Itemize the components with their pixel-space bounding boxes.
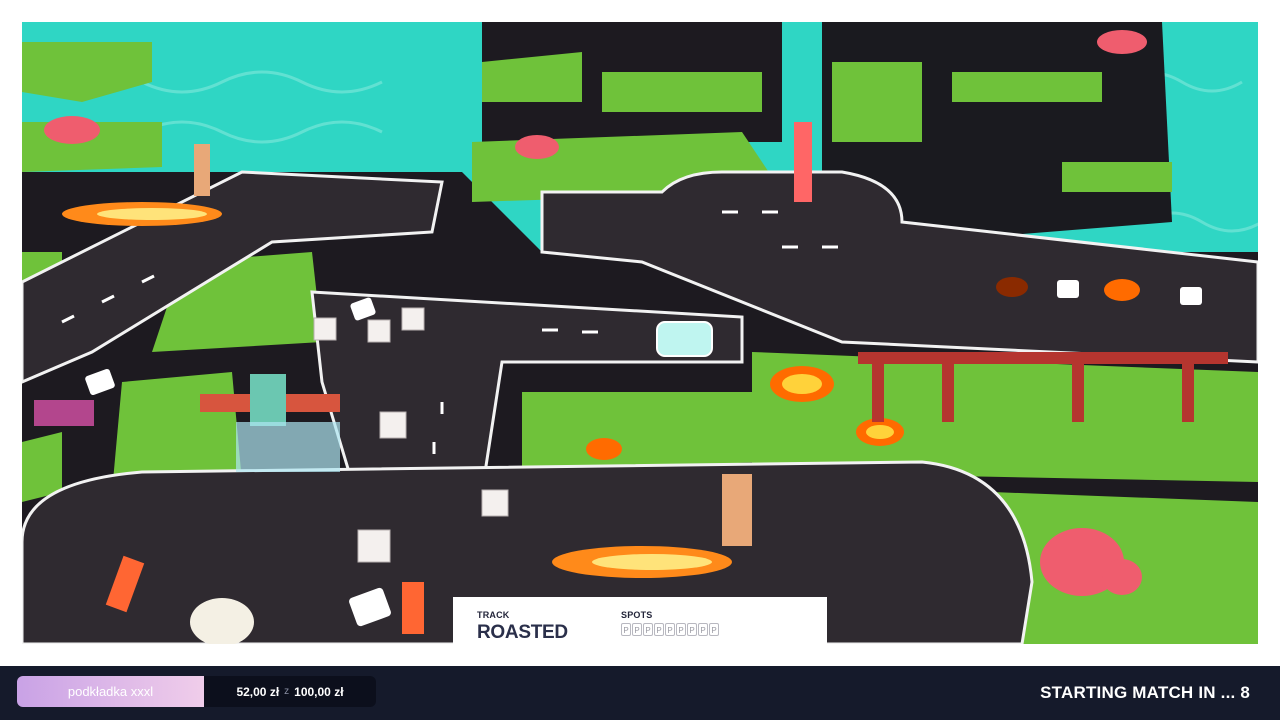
donation-progress: 52,00 zł z 100,00 zł <box>204 676 376 707</box>
spot-slot: P <box>632 623 642 636</box>
player-name-badge: podkładka xxxl <box>17 676 204 707</box>
neon-sign <box>402 582 424 634</box>
spot-slot: P <box>665 623 675 636</box>
tire-stack <box>190 598 254 644</box>
spot-slot: P <box>654 623 664 636</box>
current-amount: 52,00 zł <box>236 684 280 699</box>
track-label: TRACK <box>477 610 510 620</box>
spot-slot: P <box>676 623 686 636</box>
game-viewport <box>22 22 1258 644</box>
track-info-panel: TRACK ROASTED SPOTS P P P P P P P P P <box>453 597 827 645</box>
spots-column: SPOTS P P P P P P P P P <box>621 610 719 636</box>
goal-amount: 100,00 zł <box>294 684 344 699</box>
amount-separator: z <box>284 686 290 697</box>
spot-slot: P <box>643 623 653 636</box>
neon-sign <box>34 400 94 426</box>
track-name: ROASTED <box>477 622 568 643</box>
spots-label: SPOTS <box>621 610 653 620</box>
track-column: TRACK ROASTED <box>477 610 568 644</box>
spot-slot: P <box>687 623 697 636</box>
spot-slot: P <box>621 623 631 636</box>
match-countdown: STARTING MATCH IN ... 8 <box>1040 683 1250 702</box>
boost-pad <box>656 321 713 357</box>
game-scene <box>22 22 1258 644</box>
spot-slot: P <box>709 623 719 636</box>
spot-slot: P <box>698 623 708 636</box>
spots-row: P P P P P P P P P <box>621 623 719 636</box>
